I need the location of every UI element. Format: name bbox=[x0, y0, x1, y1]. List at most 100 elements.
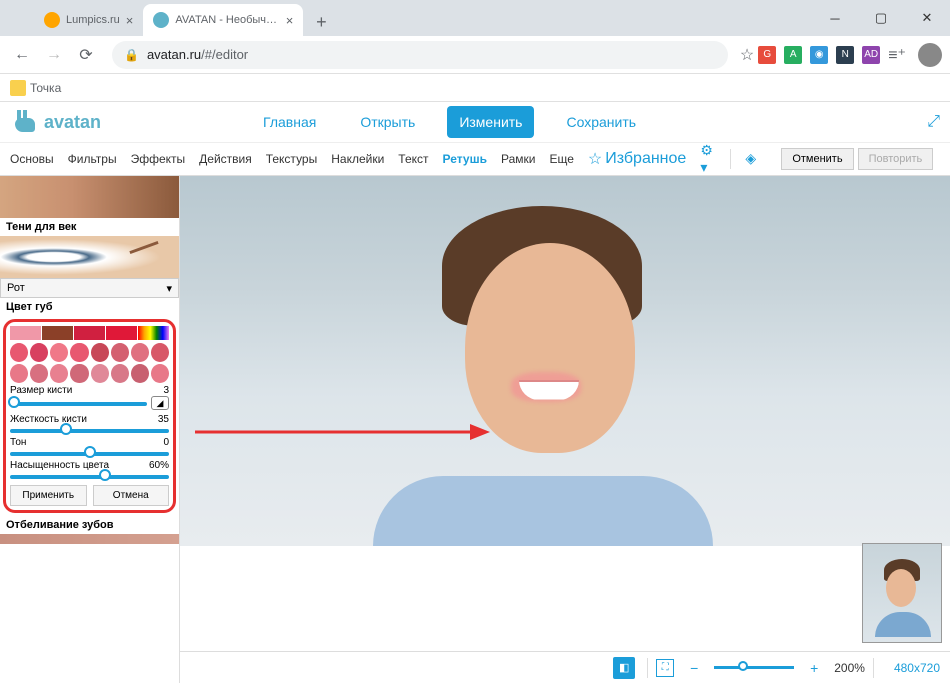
favicon-avatan bbox=[153, 12, 169, 28]
fit-screen-button[interactable]: ⛶ bbox=[656, 659, 674, 677]
chevron-down-icon: ▾ bbox=[166, 282, 172, 295]
cancel-button[interactable]: Отмена bbox=[93, 485, 170, 506]
ext-icon[interactable]: А bbox=[784, 46, 802, 64]
forward-button[interactable]: → bbox=[40, 41, 68, 69]
eyebrow-thumbnail[interactable] bbox=[0, 176, 179, 218]
tool-retouch[interactable]: Ретушь bbox=[443, 152, 487, 166]
tool-frames[interactable]: Рамки bbox=[501, 152, 535, 166]
new-tab-button[interactable]: + bbox=[307, 8, 335, 36]
zoom-out-button[interactable]: − bbox=[682, 656, 706, 680]
url-bar: ← → ⟳ 🔒 avatan.ru/#/editor ☆ G А ◉ N AD … bbox=[0, 36, 950, 74]
undo-button[interactable]: Отменить bbox=[781, 148, 853, 170]
main-nav: Главная Открыть Изменить Сохранить bbox=[251, 106, 648, 138]
mouth-dropdown[interactable]: Рот ▾ bbox=[0, 278, 179, 298]
color-circle[interactable] bbox=[10, 364, 28, 383]
tool-stickers[interactable]: Наклейки bbox=[331, 152, 384, 166]
compare-button[interactable]: ◧ bbox=[613, 657, 635, 679]
nav-edit[interactable]: Изменить bbox=[447, 106, 534, 138]
color-circle[interactable] bbox=[70, 364, 88, 383]
slider-thumb[interactable] bbox=[8, 396, 20, 408]
gear-icon[interactable]: ⚙ ▾ bbox=[700, 151, 716, 167]
color-circle[interactable] bbox=[91, 343, 109, 362]
back-button[interactable]: ← bbox=[8, 41, 36, 69]
color-swatch[interactable] bbox=[10, 326, 41, 340]
tool-text[interactable]: Текст bbox=[398, 152, 428, 166]
color-circle[interactable] bbox=[30, 343, 48, 362]
slider-track[interactable] bbox=[10, 475, 169, 479]
slider-thumb[interactable] bbox=[60, 423, 72, 435]
color-swatch[interactable] bbox=[74, 326, 105, 340]
zoom-slider[interactable] bbox=[714, 666, 794, 669]
ext-icon[interactable]: AD bbox=[862, 46, 880, 64]
tool-textures[interactable]: Текстуры bbox=[266, 152, 318, 166]
color-circle[interactable] bbox=[111, 343, 129, 362]
redo-button[interactable]: Повторить bbox=[858, 148, 934, 170]
color-circle[interactable] bbox=[50, 364, 68, 383]
tool-basics[interactable]: Основы bbox=[10, 152, 54, 166]
title-bar: Lumpics.ru × AVATAN - Необычный Фоторед … bbox=[0, 0, 950, 36]
tool-filters[interactable]: Фильтры bbox=[68, 152, 117, 166]
tool-actions[interactable]: Действия bbox=[199, 152, 252, 166]
portrait-face bbox=[465, 243, 635, 453]
maximize-button[interactable]: ▢ bbox=[858, 0, 904, 36]
close-icon[interactable]: × bbox=[126, 13, 134, 28]
color-circle[interactable] bbox=[151, 364, 169, 383]
star-icon[interactable]: ☆ bbox=[740, 45, 754, 65]
color-circle[interactable] bbox=[91, 364, 109, 383]
bookmark-item[interactable]: Точка bbox=[10, 80, 61, 96]
zoom-slider-thumb[interactable] bbox=[738, 661, 748, 671]
reload-button[interactable]: ⟳ bbox=[72, 41, 100, 69]
layers-icon[interactable]: ◈ bbox=[745, 150, 763, 168]
main-area: Тени для век Рот ▾ Цвет губ bbox=[0, 176, 950, 683]
tab-title: AVATAN - Необычный Фоторед bbox=[175, 14, 279, 26]
color-circle[interactable] bbox=[50, 343, 68, 362]
slider-track[interactable] bbox=[10, 402, 147, 406]
slider-track[interactable] bbox=[10, 429, 169, 433]
color-circle[interactable] bbox=[111, 364, 129, 383]
saturation-slider: Насыщенность цвета 60% bbox=[10, 460, 169, 479]
ext-icon[interactable]: G bbox=[758, 46, 776, 64]
slider-thumb[interactable] bbox=[99, 469, 111, 481]
eyeshadow-thumbnail[interactable] bbox=[0, 236, 179, 278]
expand-icon[interactable]: ⤢ bbox=[927, 113, 940, 131]
tool-favorites[interactable]: ☆ Избранное bbox=[588, 149, 686, 169]
color-circle[interactable] bbox=[151, 343, 169, 362]
avatan-logo[interactable]: avatan bbox=[10, 110, 101, 134]
app-header: avatan Главная Открыть Изменить Сохранит… bbox=[0, 102, 950, 142]
zoom-in-button[interactable]: + bbox=[802, 656, 826, 680]
close-button[interactable]: ✕ bbox=[904, 0, 950, 36]
nav-save[interactable]: Сохранить bbox=[554, 106, 648, 138]
minimap[interactable] bbox=[862, 543, 942, 643]
whitening-thumbnail[interactable] bbox=[0, 534, 179, 544]
lip-color-panel: Размер кисти 3 ◢ Жесткость bbox=[3, 319, 176, 513]
browser-tab[interactable]: Lumpics.ru × bbox=[34, 4, 143, 36]
color-picker-swatch[interactable] bbox=[138, 326, 169, 340]
color-swatch[interactable] bbox=[42, 326, 73, 340]
color-circle[interactable] bbox=[30, 364, 48, 383]
slider-thumb[interactable] bbox=[84, 446, 96, 458]
tool-effects[interactable]: Эффекты bbox=[131, 152, 186, 166]
canvas-area: ◧ ⛶ − + 200% 480x720 bbox=[180, 176, 950, 683]
slider-track[interactable] bbox=[10, 452, 169, 456]
slider-label: Жесткость кисти bbox=[10, 414, 87, 425]
color-circle[interactable] bbox=[70, 343, 88, 362]
address-bar[interactable]: 🔒 avatan.ru/#/editor bbox=[112, 41, 728, 69]
reading-list-icon[interactable]: ≡⁺ bbox=[888, 45, 906, 65]
nav-open[interactable]: Открыть bbox=[348, 106, 427, 138]
apply-button[interactable]: Применить bbox=[10, 485, 87, 506]
tool-more[interactable]: Еще bbox=[549, 152, 573, 166]
color-circle[interactable] bbox=[131, 364, 149, 383]
portrait-mouth bbox=[519, 380, 579, 400]
color-swatch[interactable] bbox=[106, 326, 137, 340]
minimize-button[interactable]: ─ bbox=[812, 0, 858, 36]
profile-avatar[interactable] bbox=[918, 43, 942, 67]
nav-home[interactable]: Главная bbox=[251, 106, 328, 138]
ext-icon[interactable]: ◉ bbox=[810, 46, 828, 64]
ext-icon[interactable]: N bbox=[836, 46, 854, 64]
color-circle[interactable] bbox=[10, 343, 28, 362]
color-circle[interactable] bbox=[131, 343, 149, 362]
eraser-icon[interactable]: ◢ bbox=[151, 396, 169, 410]
main-image[interactable] bbox=[180, 176, 950, 546]
close-icon[interactable]: × bbox=[286, 13, 294, 28]
browser-tab-active[interactable]: AVATAN - Необычный Фоторед × bbox=[143, 4, 303, 36]
